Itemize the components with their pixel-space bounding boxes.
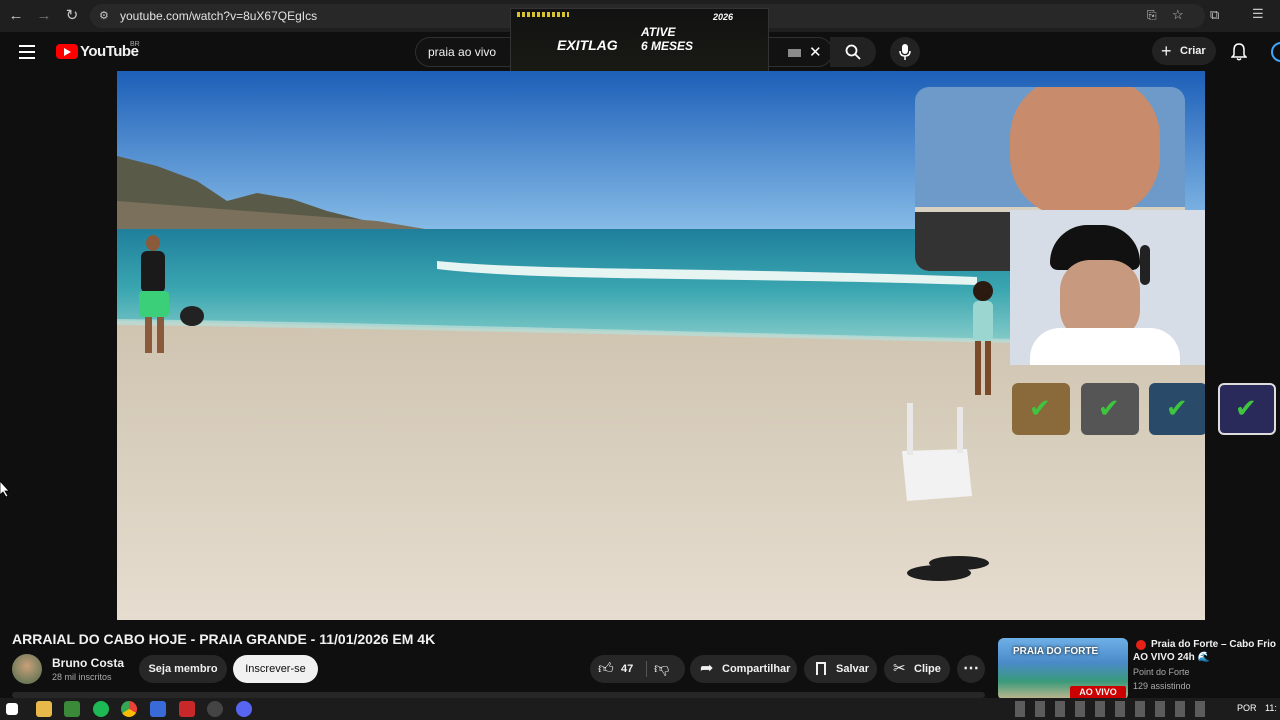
- spotify-icon[interactable]: [93, 701, 109, 717]
- join-label: Seja membro: [148, 663, 218, 675]
- install-app-icon[interactable]: ⎘: [1147, 8, 1157, 23]
- ad-stripe: [517, 12, 569, 17]
- check-icon: ✔: [1029, 393, 1051, 423]
- site-settings-icon[interactable]: ⚙: [99, 9, 109, 22]
- search-icon: [845, 44, 861, 60]
- windows-taskbar: POR 11:: [0, 698, 1280, 720]
- facecam-streamer: [1010, 210, 1205, 365]
- ad-line-1: ATIVE: [641, 25, 676, 39]
- recommended-viewers: 129 assistindo: [1133, 681, 1191, 691]
- notifications-bell-icon[interactable]: [1231, 43, 1247, 61]
- ad-brand: EXITLAG: [557, 37, 618, 53]
- chrome-icon[interactable]: [121, 701, 137, 717]
- recommended-title[interactable]: Praia do Forte – Cabo Frio AO VIVO 24h 🌊: [1133, 638, 1279, 664]
- subscriber-count: 28 mil inscritos: [52, 672, 112, 682]
- avatar[interactable]: [1271, 42, 1280, 62]
- check-icon: ✔: [1098, 393, 1120, 423]
- streaming-app-icon[interactable]: [150, 701, 166, 717]
- like-dislike-group: 👍︎ 47 👎︎: [590, 655, 685, 683]
- voice-search-button[interactable]: [890, 37, 920, 67]
- video-editor-icon[interactable]: [179, 701, 195, 717]
- like-count[interactable]: 47: [621, 655, 633, 683]
- scissors-icon: ✂: [893, 660, 906, 677]
- clip-button[interactable]: ✂ Clipe: [884, 655, 950, 683]
- bookmark-star-icon[interactable]: ☆: [1172, 7, 1184, 23]
- windows-start-icon[interactable]: [6, 703, 18, 715]
- recommended-channel[interactable]: Point do Forte: [1133, 667, 1190, 677]
- menu-icon[interactable]: [19, 45, 35, 59]
- achievement-tile-4: ✔: [1218, 383, 1276, 435]
- recommended-thumbnail[interactable]: PRAIA DO FORTE AO VIVO: [998, 638, 1128, 700]
- channel-name[interactable]: Bruno Costa: [52, 656, 124, 670]
- search-button[interactable]: [830, 37, 876, 67]
- file-explorer-icon[interactable]: [36, 701, 52, 717]
- ad-year: 2026: [713, 12, 734, 22]
- region-code: BR: [130, 41, 140, 48]
- extensions-icon[interactable]: ⧉: [1210, 7, 1219, 23]
- check-icon: ✔: [1166, 393, 1188, 423]
- reading-list-icon[interactable]: ☰: [1252, 6, 1264, 22]
- save-button[interactable]: Salvar: [804, 655, 877, 683]
- more-actions-button[interactable]: ⋯: [957, 655, 985, 683]
- ad-line-2: 6 MESES: [641, 39, 694, 53]
- discord-icon[interactable]: [236, 701, 252, 717]
- save-icon: [816, 662, 826, 675]
- achievement-tile-1: ✔: [1012, 383, 1070, 435]
- create-button[interactable]: + Criar: [1152, 37, 1216, 65]
- mouse-cursor-icon: [0, 481, 10, 497]
- channel-avatar[interactable]: [12, 654, 42, 684]
- clock[interactable]: 11:: [1265, 703, 1277, 713]
- join-button[interactable]: Seja membro: [139, 655, 227, 683]
- system-tray-icons[interactable]: [1015, 701, 1215, 717]
- plus-icon: +: [1161, 41, 1172, 61]
- back-icon[interactable]: ←: [6, 6, 26, 26]
- like-icon[interactable]: 👍︎: [598, 655, 614, 683]
- video-info: ARRAIAL DO CABO HOJE - PRAIA GRANDE - 11…: [0, 622, 1280, 700]
- keyboard-icon[interactable]: [788, 49, 801, 57]
- share-icon: ➦: [700, 660, 714, 677]
- live-badge-text: AO VIVO: [1079, 687, 1117, 697]
- exitlag-ad-overlay[interactable]: 2026 EXITLAG ATIVE 6 MESES: [510, 8, 769, 80]
- video-title: ARRAIAL DO CABO HOJE - PRAIA GRANDE - 11…: [12, 631, 436, 647]
- subscribe-label: Inscrever-se: [245, 663, 306, 675]
- create-label: Criar: [1180, 45, 1206, 57]
- dislike-icon[interactable]: 👎︎: [654, 655, 669, 683]
- achievement-tile-2: ✔: [1081, 383, 1139, 435]
- video-player[interactable]: ✔ ✔ ✔: [117, 71, 1205, 620]
- xbox-icon[interactable]: [64, 701, 80, 717]
- keyboard-language[interactable]: POR: [1237, 703, 1257, 713]
- thumb-text: PRAIA DO FORTE: [1013, 646, 1099, 657]
- share-button[interactable]: ➦ Compartilhar: [690, 655, 797, 683]
- microphone-icon: [899, 44, 911, 60]
- check-icon: ✔: [1235, 393, 1257, 423]
- subscribe-button[interactable]: Inscrever-se: [233, 655, 318, 683]
- youtube-logo-icon[interactable]: [56, 44, 78, 59]
- clip-label: Clipe: [914, 663, 941, 675]
- reload-icon[interactable]: ↻: [62, 6, 82, 26]
- save-label: Salvar: [836, 663, 870, 675]
- achievement-tile-3: ✔: [1149, 383, 1205, 435]
- search-query: praia ao vivo: [428, 45, 497, 59]
- clear-search-icon[interactable]: ✕: [809, 43, 822, 61]
- obs-icon[interactable]: [207, 701, 223, 717]
- forward-icon[interactable]: →: [34, 6, 54, 26]
- url-text: youtube.com/watch?v=8uX67QEgIcs: [120, 9, 318, 23]
- share-label: Compartilhar: [722, 663, 791, 675]
- more-icon: ⋯: [963, 660, 979, 677]
